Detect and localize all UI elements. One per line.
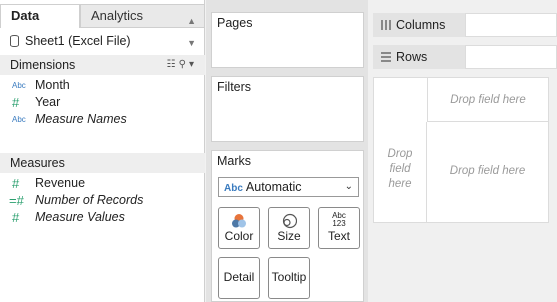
field-year[interactable]: # Year <box>0 94 205 111</box>
field-number-of-records[interactable]: =# Number of Records <box>0 192 205 209</box>
rows-icon <box>381 52 391 62</box>
tab-analytics[interactable]: Analytics ▲ ▼ <box>80 4 205 48</box>
columns-icon <box>381 20 391 30</box>
automatic-mark-icon: Abc <box>224 183 243 194</box>
view-canvas: Columns Rows Drop field here Drop field he… <box>368 0 557 302</box>
field-measure-names[interactable]: Abc Measure Names <box>0 111 205 128</box>
rows-shelf: Rows <box>373 45 557 69</box>
columns-shelf: Columns <box>373 13 557 37</box>
data-pane: Data Analytics ▲ ▼ Sheet1 (Excel File) Di… <box>0 0 205 302</box>
search-icon[interactable]: ⚲ <box>179 59 189 70</box>
text-button[interactable]: Abc 123 Text <box>318 207 360 249</box>
field-label: Measure Names <box>35 112 127 126</box>
data-source-label: Sheet1 (Excel File) <box>25 34 131 48</box>
measures-header: Measures <box>0 153 205 173</box>
filters-title: Filters <box>217 80 252 94</box>
measures-title: Measures <box>10 156 65 170</box>
columns-drop-area[interactable] <box>465 13 557 37</box>
data-source[interactable]: Sheet1 (Excel File) <box>0 30 205 52</box>
pages-title: Pages <box>217 16 253 30</box>
field-revenue[interactable]: # Revenue <box>0 175 205 192</box>
tooltip-button[interactable]: Tooltip <box>268 257 310 299</box>
mark-type-select[interactable]: Abc Automatic ⌄ <box>218 177 359 197</box>
string-type-icon: Abc <box>12 81 26 90</box>
color-button[interactable]: Color <box>218 207 260 249</box>
number-type-icon: # <box>12 176 20 191</box>
rows-label: Rows <box>373 45 465 69</box>
text-icon: Abc 123 <box>319 212 359 228</box>
detail-button[interactable]: Detail <box>218 257 260 299</box>
tab-data[interactable]: Data <box>0 4 80 28</box>
number-type-icon: # <box>12 210 20 225</box>
tooltip-label: Tooltip <box>271 270 307 284</box>
list-view-icon[interactable]: ☷ <box>167 59 179 70</box>
rows-drop-area[interactable] <box>465 45 557 69</box>
number-type-icon: # <box>12 95 20 110</box>
dimensions-title: Dimensions <box>10 58 76 72</box>
marks-title: Marks <box>217 154 252 168</box>
color-label: Color <box>224 229 254 243</box>
calculated-number-icon: =# <box>9 193 24 208</box>
chevron-down-icon[interactable]: ▾ <box>189 59 197 70</box>
drop-zone-rows[interactable]: Drop field here <box>374 122 427 222</box>
chevron-down-icon: ⌄ <box>344 181 353 192</box>
tab-analytics-label: Analytics <box>91 8 144 23</box>
field-label: Number of Records <box>35 193 144 207</box>
mark-type-value: Automatic <box>245 180 302 194</box>
drop-zone-center[interactable]: Drop field here <box>427 122 548 222</box>
string-type-icon: Abc <box>12 115 26 124</box>
dimensions-header: Dimensions ☷⚲▾ <box>0 55 205 75</box>
field-label: Measure Values <box>35 210 125 224</box>
field-measure-values[interactable]: # Measure Values <box>0 209 205 226</box>
text-label: Text <box>327 229 350 243</box>
size-icon <box>269 213 309 229</box>
pages-shelf[interactable]: Pages <box>211 12 364 68</box>
shelves-pane: Pages Filters Marks Abc Automatic ⌄ Color <box>206 0 368 302</box>
columns-title: Columns <box>396 18 446 32</box>
columns-label: Columns <box>373 13 465 37</box>
color-icon <box>219 213 259 229</box>
text-icon-bottom: 123 <box>332 219 346 228</box>
detail-label: Detail <box>223 270 255 284</box>
marks-card: Marks Abc Automatic ⌄ Color Size Abc 123… <box>211 150 364 302</box>
size-label: Size <box>277 229 301 243</box>
size-button[interactable]: Size <box>268 207 310 249</box>
filters-shelf[interactable]: Filters <box>211 76 364 142</box>
viz-drop-area: Drop field here Drop field here Drop field… <box>373 77 549 223</box>
field-month[interactable]: Abc Month <box>0 77 205 94</box>
field-label: Revenue <box>35 176 86 190</box>
drop-zone-columns[interactable]: Drop field here <box>427 78 548 122</box>
field-label: Month <box>35 78 70 92</box>
corner-cell <box>374 78 427 122</box>
rows-title: Rows <box>396 50 428 64</box>
dimensions-tools: ☷⚲▾ <box>167 55 197 75</box>
field-label: Year <box>35 95 61 109</box>
database-icon <box>10 35 19 47</box>
